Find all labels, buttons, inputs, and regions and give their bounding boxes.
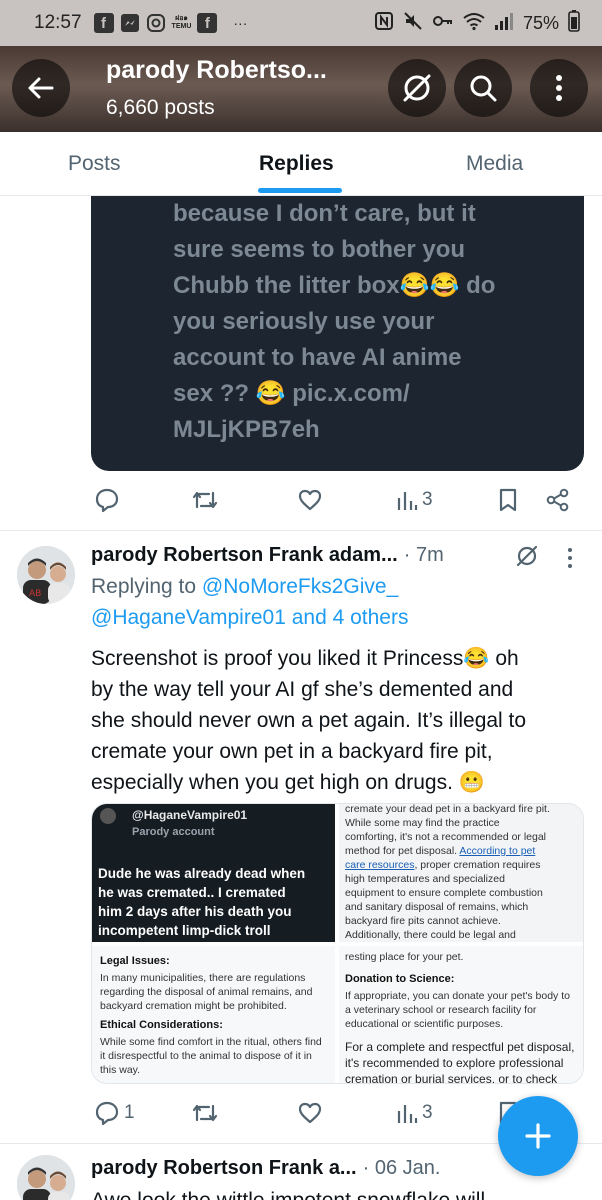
tweet-header: parody Robertson Frank a... · 06 Jan. bbox=[91, 1153, 440, 1183]
search-button[interactable] bbox=[454, 59, 512, 117]
battery-icon bbox=[568, 9, 580, 37]
tab-replies[interactable]: Replies bbox=[259, 152, 334, 176]
heart-icon bbox=[298, 1102, 322, 1124]
views-icon bbox=[397, 1105, 418, 1123]
author-name[interactable]: parody Robertson Frank adam... bbox=[91, 544, 398, 567]
reply-count: 1 bbox=[124, 1102, 135, 1123]
status-bar: 12:57 f ฝอ๑ TEMU f ··· 75% bbox=[0, 0, 602, 46]
more-options-button[interactable] bbox=[530, 59, 588, 117]
grok-button[interactable] bbox=[388, 59, 446, 117]
quoted-image[interactable]: because I don’t care, but it sure seems … bbox=[91, 196, 584, 471]
avatar-photo: AB bbox=[17, 546, 75, 604]
plus-icon bbox=[525, 1123, 551, 1149]
views-icon bbox=[397, 492, 418, 510]
post-actions: 3 bbox=[0, 480, 602, 520]
timestamp[interactable]: · 7m bbox=[404, 544, 444, 567]
views-count: 3 bbox=[422, 489, 433, 510]
messenger-icon bbox=[120, 13, 140, 33]
like-button[interactable] bbox=[297, 1093, 323, 1133]
replying-to: Replying to @NoMoreFks2Give_ @HaganeVamp… bbox=[91, 571, 408, 633]
image-text: because I don’t care, but it sure seems … bbox=[173, 200, 496, 443]
tweet-text: Screenshot is proof you liked it Princes… bbox=[91, 647, 527, 794]
media-image-3[interactable]: Legal Issues: In many municipalities, th… bbox=[92, 946, 335, 1083]
tweet-text: Awe look the wittle impotent snowflake w… bbox=[91, 1185, 591, 1200]
profile-title: parody Robertso... bbox=[106, 56, 327, 84]
vertical-dots-icon bbox=[556, 75, 562, 101]
tweet-header: parody Robertson Frank adam... · 7m bbox=[91, 540, 444, 570]
mini-avatar bbox=[100, 808, 116, 824]
reply-button[interactable] bbox=[94, 480, 120, 520]
media-image-1[interactable]: @HaganeVampire01 Parody account Dude he … bbox=[92, 804, 335, 942]
author-name[interactable]: parody Robertson Frank a... bbox=[91, 1157, 357, 1180]
compose-button[interactable] bbox=[498, 1096, 578, 1176]
temu-icon: ฝอ๑ TEMU bbox=[171, 15, 192, 30]
tweet-more-button[interactable] bbox=[560, 548, 580, 568]
repost-icon bbox=[192, 1104, 218, 1122]
tab-media[interactable]: Media bbox=[466, 152, 523, 176]
active-tab-indicator bbox=[258, 188, 342, 193]
media-image-2[interactable]: cremate your dead pet in a backyard fire… bbox=[339, 804, 583, 942]
reply-button[interactable]: 1 bbox=[94, 1093, 135, 1133]
bookmark-button[interactable] bbox=[497, 480, 519, 520]
repost-button[interactable] bbox=[191, 1093, 219, 1133]
back-arrow-icon bbox=[28, 77, 54, 99]
like-button[interactable] bbox=[297, 480, 323, 520]
bookmark-icon bbox=[499, 488, 517, 512]
clock: 12:57 bbox=[34, 12, 82, 33]
grok-icon[interactable] bbox=[514, 543, 540, 574]
back-button[interactable] bbox=[12, 59, 70, 117]
key-icon bbox=[432, 11, 454, 36]
timestamp[interactable]: · 06 Jan. bbox=[363, 1157, 441, 1180]
avatar-photo bbox=[17, 1155, 75, 1200]
profile-tabs: Posts Replies Media bbox=[0, 132, 602, 196]
facebook-icon: f bbox=[93, 13, 114, 33]
instagram-icon bbox=[146, 13, 166, 33]
grok-icon bbox=[403, 74, 431, 102]
views-button[interactable]: 3 bbox=[396, 1093, 433, 1133]
battery-percent: 75% bbox=[522, 12, 559, 33]
tweet-media-grid: @HaganeVampire01 Parody account Dude he … bbox=[91, 803, 584, 1084]
repost-icon bbox=[192, 491, 218, 509]
facebook-icon: f bbox=[197, 13, 218, 33]
wifi-icon bbox=[463, 11, 485, 36]
views-button[interactable]: 3 bbox=[396, 480, 433, 520]
signal-icon bbox=[494, 11, 514, 36]
posts-count: 6,660 posts bbox=[106, 96, 215, 119]
views-count: 3 bbox=[422, 1102, 433, 1123]
reply-mention-link[interactable]: @NoMoreFks2Give_ bbox=[202, 575, 398, 598]
search-icon bbox=[470, 75, 497, 102]
overflow-dots: ··· bbox=[233, 15, 248, 31]
reply-icon bbox=[95, 488, 119, 513]
repost-button[interactable] bbox=[191, 480, 219, 520]
replying-label: Replying to bbox=[91, 575, 197, 598]
avatar[interactable] bbox=[17, 1155, 75, 1200]
media-image-4[interactable]: resting place for your pet. Donation to … bbox=[339, 946, 583, 1083]
reply-icon bbox=[95, 1101, 119, 1126]
reply-mention-others[interactable]: @HaganeVampire01 and 4 others bbox=[91, 602, 408, 633]
profile-header: parody Robertso... 6,660 posts bbox=[0, 46, 602, 132]
svg-text:AB: AB bbox=[29, 589, 41, 599]
tab-posts[interactable]: Posts bbox=[68, 152, 121, 176]
mute-icon bbox=[403, 11, 423, 36]
avatar[interactable]: AB bbox=[17, 546, 75, 604]
share-button[interactable] bbox=[545, 480, 571, 520]
post-divider bbox=[0, 530, 602, 531]
share-icon bbox=[546, 488, 569, 512]
nfc-icon bbox=[374, 11, 394, 36]
heart-icon bbox=[298, 489, 322, 511]
